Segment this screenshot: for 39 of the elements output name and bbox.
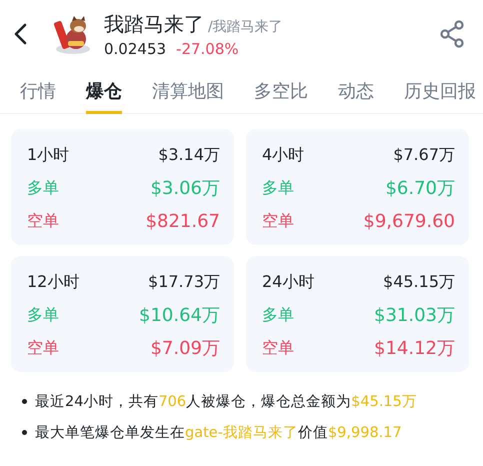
long-label: 多单 [262,304,294,326]
short-value: $821.67 [146,210,220,232]
share-icon[interactable] [439,20,465,48]
short-value: $9,679.60 [363,210,455,232]
price-change: -27.08% [176,40,239,58]
pair-subtitle: /我踏马来了 [208,18,283,36]
period-label: 1小时 [27,144,70,166]
price-text: 0.02453 [104,40,166,58]
bullet-dot [22,399,27,404]
long-label: 多单 [27,304,59,326]
long-value: $3.06万 [150,177,220,200]
summary-text: 最大单笔爆仓单发生在gate-我踏马来了价值$9,998.17 [35,424,402,442]
long-label: 多单 [27,178,59,198]
period-label: 24小时 [262,272,314,292]
coin-title: 我踏马来了 [104,10,204,38]
tab[interactable]: 动态 [326,68,386,113]
tab[interactable]: 多空比 [242,68,320,113]
long-label: 多单 [262,178,294,198]
short-value: $7.09万 [150,337,220,360]
period-label: 4小时 [262,144,304,166]
total-value: $45.15万 [383,272,455,292]
long-value: $31.03万 [374,304,455,327]
long-value: $6.70万 [385,177,455,200]
period-label: 12小时 [27,272,80,292]
summary-text: 最近24小时，共有706人被爆仓，爆仓总金额为$45.15万 [35,392,417,411]
total-value: $17.73万 [148,272,220,292]
tab[interactable]: 清算地图 [140,68,236,113]
total-value: $3.14万 [158,144,220,166]
tab[interactable]: 爆仓 [74,68,134,113]
short-value: $14.12万 [374,337,455,360]
short-label: 空单 [262,338,294,358]
tab[interactable]: 历史回报 [392,68,483,113]
short-label: 空单 [27,338,59,358]
total-value: $7.67万 [393,144,455,166]
long-value: $10.64万 [139,304,220,327]
short-label: 空单 [27,210,59,232]
tab[interactable]: 行情 [8,68,68,113]
bullet-dot [22,430,27,435]
short-label: 空单 [262,210,294,232]
